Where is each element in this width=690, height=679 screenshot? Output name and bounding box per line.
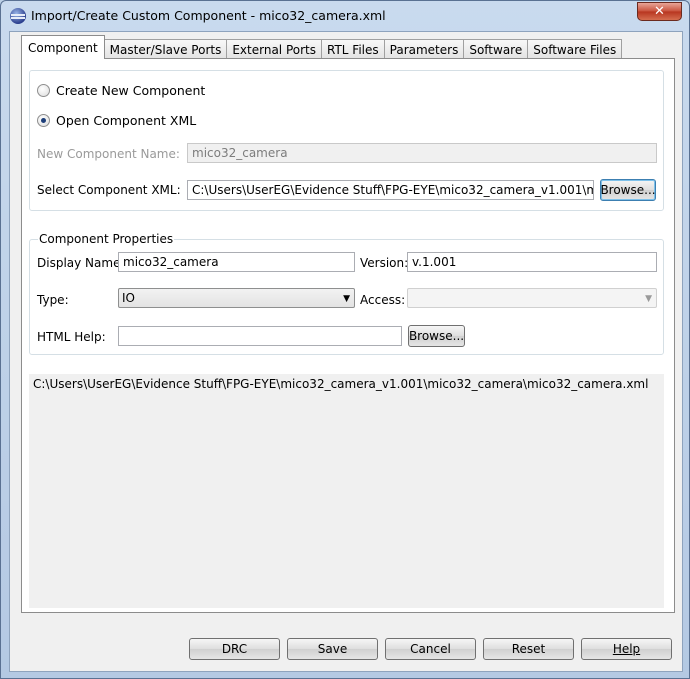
type-select[interactable]: IO ▼ bbox=[118, 288, 355, 308]
tab-software[interactable]: Software bbox=[463, 39, 529, 59]
browse-xml-button[interactable]: Browse... bbox=[600, 179, 656, 201]
window-title: Import/Create Custom Component - mico32_… bbox=[31, 8, 386, 23]
version-label: Version: bbox=[360, 256, 409, 270]
tab-component[interactable]: Component bbox=[21, 35, 105, 59]
close-button[interactable]: ✕ bbox=[637, 2, 682, 21]
tab-software-files[interactable]: Software Files bbox=[527, 39, 623, 59]
help-button[interactable]: Help bbox=[581, 638, 672, 660]
log-message-text: C:\Users\UserEG\Evidence Stuff\FPG-EYE\m… bbox=[33, 377, 649, 391]
cancel-button[interactable]: Cancel bbox=[385, 638, 476, 660]
create-new-radio[interactable] bbox=[37, 84, 50, 97]
title-bar: Import/Create Custom Component - mico32_… bbox=[1, 1, 689, 31]
type-select-value: IO bbox=[122, 291, 135, 305]
browse-html-help-button[interactable]: Browse... bbox=[408, 325, 465, 347]
create-new-component-option[interactable]: Create New Component bbox=[37, 83, 205, 98]
type-label: Type: bbox=[37, 293, 69, 307]
open-component-xml-option[interactable]: Open Component XML bbox=[37, 113, 196, 128]
access-dropdown-arrow-icon: ▼ bbox=[645, 294, 652, 304]
drc-button[interactable]: DRC bbox=[189, 638, 280, 660]
new-component-name-field: mico32_camera bbox=[187, 143, 657, 163]
html-help-field[interactable] bbox=[118, 326, 402, 346]
tab-rtl-files[interactable]: RTL Files bbox=[321, 39, 385, 59]
component-source-group: Create New Component Open Component XML … bbox=[29, 70, 664, 211]
access-label: Access: bbox=[360, 293, 406, 307]
component-properties-title: Component Properties bbox=[38, 232, 175, 246]
version-field[interactable]: v.1.001 bbox=[407, 252, 657, 272]
save-button[interactable]: Save bbox=[287, 638, 378, 660]
new-component-name-label: New Component Name: bbox=[37, 147, 180, 161]
app-globe-icon bbox=[10, 8, 26, 24]
create-new-label: Create New Component bbox=[56, 83, 206, 98]
component-tab-panel: Create New Component Open Component XML … bbox=[21, 58, 675, 613]
display-name-field[interactable]: mico32_camera bbox=[118, 252, 355, 272]
access-select: ▼ bbox=[407, 288, 657, 308]
dialog-body: Component Master/Slave Ports External Po… bbox=[9, 31, 683, 672]
open-xml-radio[interactable] bbox=[37, 114, 50, 127]
help-button-label: Help bbox=[612, 642, 641, 656]
tab-parameters[interactable]: Parameters bbox=[383, 39, 465, 59]
reset-button[interactable]: Reset bbox=[483, 638, 574, 660]
display-name-label: Display Name: bbox=[37, 256, 125, 270]
open-xml-label: Open Component XML bbox=[56, 113, 197, 128]
tab-master-slave-ports[interactable]: Master/Slave Ports bbox=[103, 39, 228, 59]
tab-external-ports[interactable]: External Ports bbox=[226, 39, 322, 59]
html-help-label: HTML Help: bbox=[37, 330, 106, 344]
tab-strip: Component Master/Slave Ports External Po… bbox=[21, 35, 623, 59]
dialog-window: Import/Create Custom Component - mico32_… bbox=[0, 0, 690, 679]
select-component-xml-label: Select Component XML: bbox=[37, 183, 181, 197]
component-properties-group: Component Properties Display Name: mico3… bbox=[29, 232, 664, 355]
type-dropdown-arrow-icon: ▼ bbox=[343, 294, 350, 304]
message-log-area: C:\Users\UserEG\Evidence Stuff\FPG-EYE\m… bbox=[29, 374, 664, 608]
component-xml-path-field[interactable]: C:\Users\UserEG\Evidence Stuff\FPG-EYE\m… bbox=[187, 180, 594, 200]
